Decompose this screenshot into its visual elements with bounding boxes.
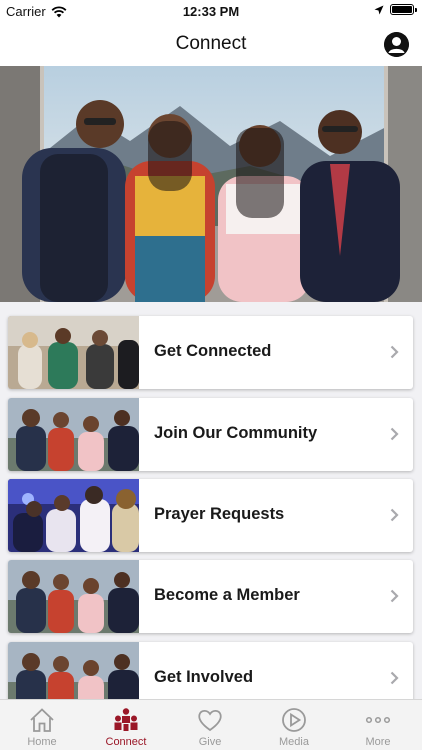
chevron-right-icon <box>390 589 399 603</box>
heart-icon <box>198 709 222 732</box>
card-label: Get Involved <box>154 668 254 686</box>
hero-image <box>0 66 422 302</box>
chevron-right-icon <box>390 508 399 522</box>
tab-bar: Home Connect Give Media More <box>0 699 422 750</box>
chevron-right-icon <box>390 427 399 441</box>
card-thumbnail <box>8 398 139 471</box>
more-dots-icon <box>365 716 391 724</box>
card-label: Join Our Community <box>154 424 318 442</box>
tab-home[interactable]: Home <box>0 700 84 750</box>
card-label: Prayer Requests <box>154 505 285 523</box>
tab-label: Connect <box>105 736 147 748</box>
status-right <box>374 4 417 15</box>
tab-connect[interactable]: Connect <box>84 700 168 750</box>
card-become-a-member[interactable]: Become a Member <box>8 560 413 633</box>
battery-icon <box>390 4 417 15</box>
card-label: Get Connected <box>154 342 272 360</box>
tab-give[interactable]: Give <box>168 700 252 750</box>
status-bar: Carrier 12:33 PM <box>0 0 422 22</box>
profile-button[interactable] <box>384 32 409 57</box>
hero-photo <box>0 66 422 302</box>
card-join-our-community[interactable]: Join Our Community <box>8 398 413 471</box>
tab-label: More <box>365 736 391 748</box>
status-time: 12:33 PM <box>182 4 240 19</box>
nav-bar: Connect <box>0 22 422 66</box>
card-label: Become a Member <box>154 586 300 604</box>
card-thumbnail <box>8 479 139 552</box>
card-prayer-requests[interactable]: Prayer Requests <box>8 479 413 552</box>
user-avatar-icon <box>384 32 409 57</box>
tab-more[interactable]: More <box>336 700 420 750</box>
page-title: Connect <box>175 33 247 54</box>
card-thumbnail <box>8 316 139 389</box>
play-icon <box>282 708 306 732</box>
chevron-right-icon <box>390 671 399 685</box>
card-get-connected[interactable]: Get Connected <box>8 316 413 389</box>
people-icon <box>114 708 138 731</box>
card-thumbnail <box>8 560 139 633</box>
tab-label: Media <box>279 736 309 748</box>
location-arrow-icon <box>374 5 384 14</box>
tab-label: Give <box>198 736 222 748</box>
home-icon <box>30 708 54 732</box>
tab-label: Home <box>27 736 57 748</box>
tab-media[interactable]: Media <box>252 700 336 750</box>
chevron-right-icon <box>390 345 399 359</box>
